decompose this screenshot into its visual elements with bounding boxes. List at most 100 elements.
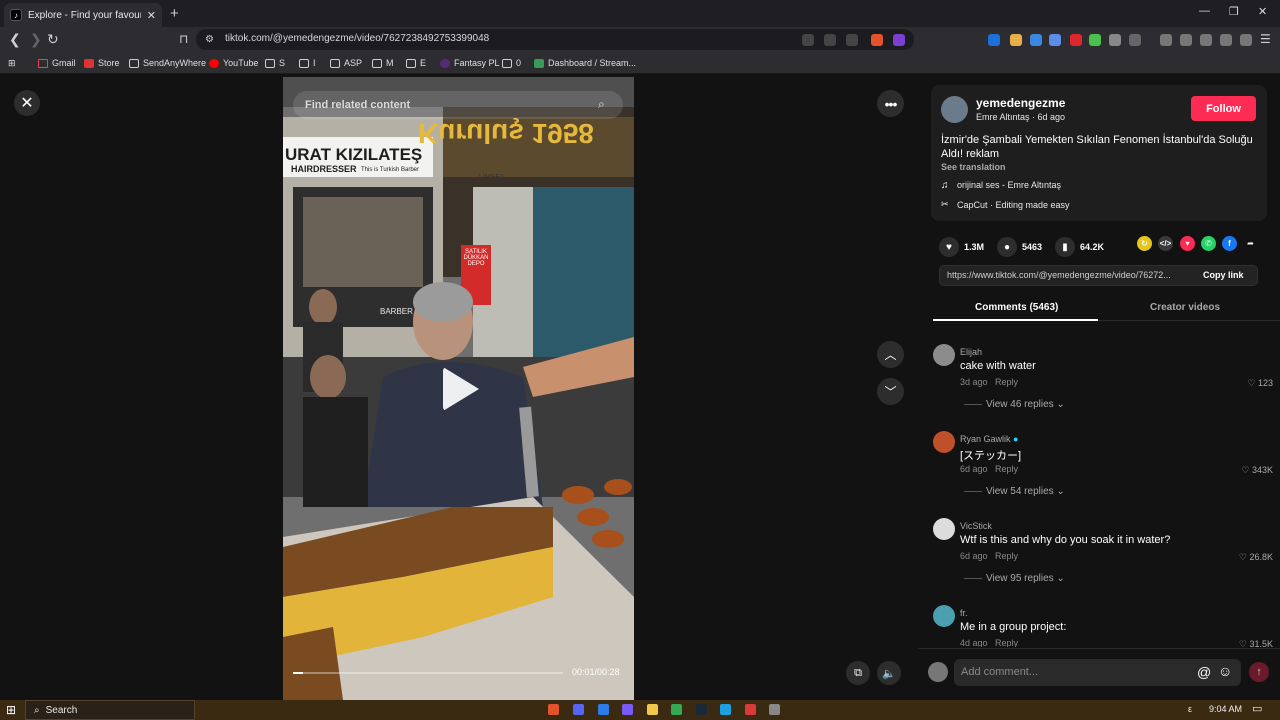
taskbar-clock[interactable]: 9:04 AM [1209, 704, 1242, 714]
media-icon[interactable] [1160, 34, 1172, 46]
post-comment-icon[interactable]: ↑ [1249, 662, 1269, 682]
like-button[interactable]: ♥ 1.3M [939, 237, 984, 257]
sidebar-icon[interactable] [1180, 34, 1192, 46]
floating-player-icon[interactable]: ⧉ [846, 661, 870, 685]
url-text[interactable]: tiktok.com/@yemedengezme/video/762723849… [225, 33, 489, 44]
mention-icon[interactable]: @ [1197, 664, 1211, 680]
commenter-name[interactable]: VicStick [960, 521, 992, 531]
capcut-link[interactable]: CapCut · Editing made easy [957, 200, 1070, 210]
app-icon[interactable] [598, 704, 609, 715]
reply-button[interactable]: Reply [995, 377, 1018, 387]
minimize-button[interactable]: — [1199, 5, 1210, 17]
chrome-app-icon[interactable] [671, 704, 682, 715]
taskbar-search[interactable]: ⌕ Search [25, 700, 195, 720]
bookmark-youtube[interactable]: YouTube [209, 58, 258, 68]
emoji-icon[interactable]: ☺ [1218, 663, 1232, 679]
my-avatar[interactable] [928, 662, 948, 682]
author-avatar[interactable] [941, 96, 968, 123]
brave-app-icon[interactable] [548, 704, 559, 715]
extension-4-icon[interactable] [1049, 34, 1061, 46]
copy-link-button[interactable]: Copy link [1203, 270, 1244, 280]
send-to-friends-icon[interactable]: ▾ [1180, 236, 1195, 251]
notifications-icon[interactable]: ▭ [1252, 702, 1262, 715]
comment-like[interactable]: ♡ 343K [1241, 465, 1273, 476]
commenter-name[interactable]: fr. [960, 608, 968, 618]
progress-track[interactable] [293, 672, 563, 674]
leo-icon[interactable] [1220, 34, 1232, 46]
discord-app-icon[interactable] [573, 704, 584, 715]
brave-shield-icon[interactable] [871, 34, 883, 46]
tab-close-icon[interactable]: ✕ [147, 9, 156, 22]
app-icon[interactable] [745, 704, 756, 715]
facebook-icon[interactable]: f [1222, 236, 1237, 251]
commenter-avatar[interactable] [933, 344, 955, 366]
open-in-app-icon[interactable] [824, 34, 836, 46]
bookmark-folder-s[interactable]: S [265, 58, 285, 68]
file-explorer-icon[interactable] [647, 704, 658, 715]
windows-start-icon[interactable]: ⊞ [6, 703, 16, 717]
view-replies-button[interactable]: View 95 replies ⌄ [964, 573, 1065, 584]
commenter-name[interactable]: Ryan Gawlik ● [960, 434, 1018, 444]
extensions-puzzle-icon[interactable] [1109, 34, 1121, 46]
comment-like[interactable]: ♡ 123 [1247, 378, 1273, 389]
app-icon[interactable] [720, 704, 731, 715]
view-replies-button[interactable]: View 54 replies ⌄ [964, 486, 1065, 497]
see-translation-link[interactable]: See translation [941, 162, 1006, 172]
extension-1-icon[interactable] [988, 34, 1000, 46]
app-icon[interactable] [769, 704, 780, 715]
bookmark-folder-e[interactable]: E [406, 58, 426, 68]
reply-button[interactable]: Reply [995, 638, 1018, 647]
maximize-button[interactable]: ❐ [1229, 5, 1239, 18]
save-button[interactable]: ▮ 64.2K [1055, 237, 1104, 257]
steam-app-icon[interactable] [696, 704, 707, 715]
back-icon[interactable]: ❮ [9, 31, 21, 48]
bookmark-folder-0[interactable]: 0 [502, 58, 521, 68]
more-options-icon[interactable]: ••• [877, 90, 904, 117]
search-icon[interactable]: ⌕ [598, 97, 605, 112]
screenshot-icon[interactable] [1129, 34, 1141, 46]
bookmark-folder-i[interactable]: I [299, 58, 316, 68]
reply-button[interactable]: Reply [995, 551, 1018, 561]
site-info-icon[interactable]: ⚙ [205, 34, 214, 45]
previous-video-icon[interactable]: ︿ [877, 341, 904, 368]
tab-creator-videos[interactable]: Creator videos [1150, 302, 1220, 313]
commenter-name[interactable]: Elijah [960, 347, 982, 357]
bookmark-gmail[interactable]: Gmail [38, 58, 76, 68]
tab-comments[interactable]: Comments (5463) [975, 302, 1058, 313]
bookmark-icon[interactable]: ⊓ [179, 32, 188, 46]
comment-like[interactable]: ♡ 26.8K [1239, 552, 1273, 563]
play-icon[interactable] [443, 367, 479, 411]
extension-6-icon[interactable] [1089, 34, 1101, 46]
commenter-avatar[interactable] [933, 518, 955, 540]
browser-tab[interactable]: ♪ Explore - Find your favourite vid ✕ [4, 3, 162, 27]
extension-2-icon[interactable] [1010, 34, 1022, 46]
embed-icon[interactable]: </> [1158, 236, 1173, 251]
share-page-icon[interactable] [846, 34, 858, 46]
reload-icon[interactable]: ↻ [47, 31, 59, 48]
brave-rewards-icon[interactable] [893, 34, 905, 46]
new-tab-button[interactable]: + [170, 5, 179, 22]
forward-icon[interactable]: ❯ [30, 31, 42, 48]
reply-button[interactable]: Reply [995, 464, 1018, 474]
commenter-avatar[interactable] [933, 431, 955, 453]
commenter-avatar[interactable] [933, 605, 955, 627]
author-username[interactable]: yemedengezme [976, 96, 1065, 110]
video-player[interactable]: URAT KIZILATEŞ HAIRDRESSER This is Turki… [283, 77, 634, 700]
bookmark-folder-asp[interactable]: ASP [330, 58, 362, 68]
extension-3-icon[interactable] [1030, 34, 1042, 46]
menu-icon[interactable]: ☰ [1260, 32, 1271, 46]
comment-like[interactable]: ♡ 31.5K [1239, 639, 1273, 647]
bookmark-fantasy-pl[interactable]: Fantasy PL [440, 58, 500, 68]
next-video-icon[interactable]: ﹀ [877, 378, 904, 405]
apps-grid-icon[interactable]: ⊞ [8, 58, 16, 69]
view-replies-button[interactable]: View 46 replies ⌄ [964, 399, 1065, 410]
bookmark-sendanywhere[interactable]: SendAnyWhere [129, 58, 206, 68]
share-arrow-icon[interactable]: ➦ [1243, 236, 1258, 251]
window-close-button[interactable]: ✕ [1258, 5, 1267, 18]
comment-button[interactable]: ● 5463 [997, 237, 1042, 257]
whatsapp-icon[interactable]: ✆ [1201, 236, 1216, 251]
close-icon[interactable]: ✕ [14, 90, 40, 116]
app-icon[interactable] [622, 704, 633, 715]
volume-icon[interactable]: 🔈 [877, 661, 901, 685]
extension-5-icon[interactable] [1070, 34, 1082, 46]
